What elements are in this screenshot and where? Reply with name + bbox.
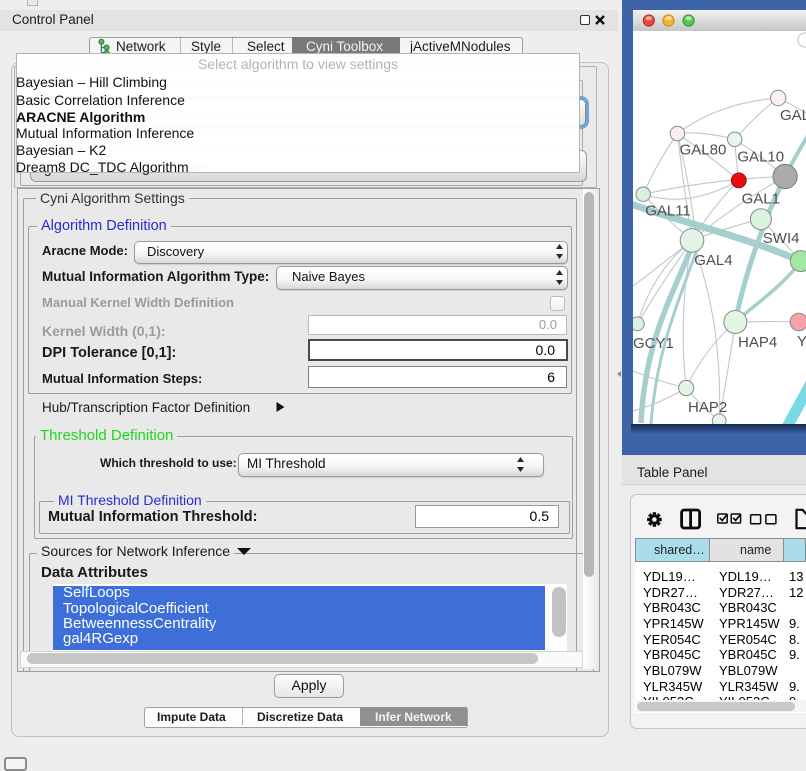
svg-text:HAP2: HAP2 xyxy=(688,399,727,416)
svg-text:GAL2: GAL2 xyxy=(780,107,806,124)
svg-text:GAL1: GAL1 xyxy=(742,190,780,207)
svg-text:HAP4: HAP4 xyxy=(738,334,777,351)
svg-text:GAL11: GAL11 xyxy=(645,203,691,220)
svg-text:GAL80: GAL80 xyxy=(680,142,727,159)
svg-text:Y: Y xyxy=(797,333,806,350)
svg-text:GAL10: GAL10 xyxy=(737,149,784,166)
svg-text:SWI4: SWI4 xyxy=(763,230,800,247)
svg-text:GCY1: GCY1 xyxy=(633,335,674,352)
svg-text:GAL4: GAL4 xyxy=(694,252,732,269)
